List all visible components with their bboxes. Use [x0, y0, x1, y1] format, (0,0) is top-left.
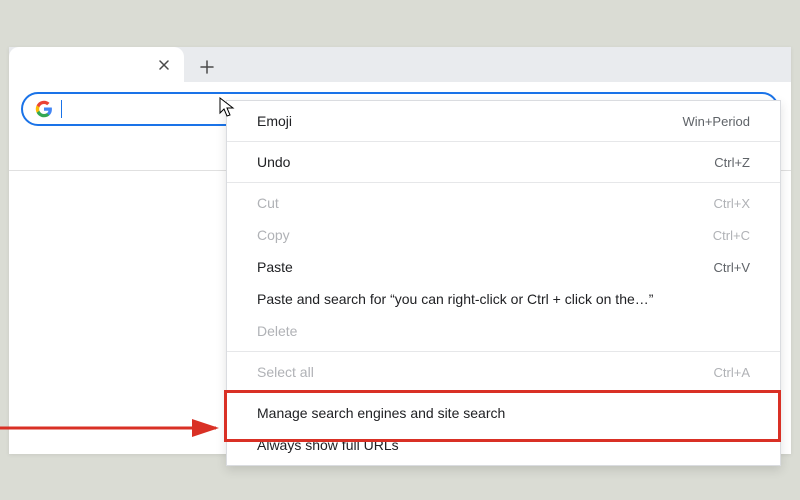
- menu-item[interactable]: Always show full URLs: [227, 429, 780, 461]
- menu-item[interactable]: Emoji Win+Period: [227, 105, 780, 137]
- menu-item-label: Undo: [257, 154, 290, 170]
- menu-item-shortcut: Ctrl+C: [713, 228, 750, 243]
- menu-item-shortcut: Ctrl+V: [714, 260, 750, 275]
- menu-item-label: Cut: [257, 195, 279, 211]
- google-icon: [35, 100, 53, 118]
- menu-item-label: Delete: [257, 323, 297, 339]
- menu-item[interactable]: Paste and search for “you can right-clic…: [227, 283, 780, 315]
- close-icon[interactable]: [156, 57, 172, 73]
- context-menu: Emoji Win+Period Undo Ctrl+Z Cut Ctrl+X Copy Ct…: [226, 100, 781, 466]
- menu-item-label: Select all: [257, 364, 314, 380]
- menu-item-shortcut: Win+Period: [682, 114, 750, 129]
- menu-item-shortcut: Ctrl+Z: [714, 155, 750, 170]
- menu-item-label: Paste and search for “you can right-clic…: [257, 291, 653, 307]
- menu-item: Cut Ctrl+X: [227, 187, 780, 219]
- menu-separator: [227, 182, 780, 183]
- menu-item[interactable]: Manage search engines and site search: [227, 397, 780, 429]
- menu-separator: [227, 392, 780, 393]
- menu-item-label: Always show full URLs: [257, 437, 399, 453]
- menu-item-shortcut: Ctrl+X: [714, 196, 750, 211]
- menu-item[interactable]: Undo Ctrl+Z: [227, 146, 780, 178]
- menu-item-label: Emoji: [257, 113, 292, 129]
- menu-item-shortcut: Ctrl+A: [714, 365, 750, 380]
- menu-item[interactable]: Paste Ctrl+V: [227, 251, 780, 283]
- menu-separator: [227, 141, 780, 142]
- menu-item: Select all Ctrl+A: [227, 356, 780, 388]
- menu-separator: [227, 351, 780, 352]
- menu-item-label: Copy: [257, 227, 290, 243]
- new-tab-button[interactable]: [192, 52, 222, 82]
- menu-item: Copy Ctrl+C: [227, 219, 780, 251]
- menu-item: Delete: [227, 315, 780, 347]
- menu-item-label: Manage search engines and site search: [257, 405, 505, 421]
- browser-tab[interactable]: [9, 47, 184, 82]
- menu-item-label: Paste: [257, 259, 293, 275]
- tab-strip: [9, 47, 791, 82]
